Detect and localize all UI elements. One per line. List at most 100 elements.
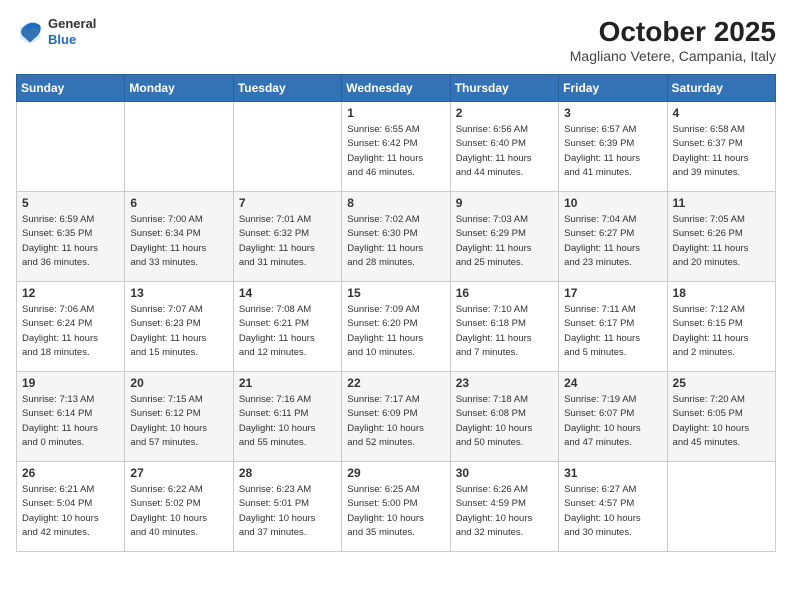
- day-number: 19: [22, 376, 119, 390]
- day-number: 9: [456, 196, 553, 210]
- week-row-1: 1 Sunrise: 6:55 AM Sunset: 6:42 PM Daylig…: [17, 102, 776, 192]
- day-info: Sunrise: 6:58 AM Sunset: 6:37 PM Dayligh…: [673, 123, 770, 180]
- day-info: Sunrise: 6:59 AM Sunset: 6:35 PM Dayligh…: [22, 213, 119, 270]
- logo-text: General Blue: [48, 16, 96, 47]
- day-info: Sunrise: 7:04 AM Sunset: 6:27 PM Dayligh…: [564, 213, 661, 270]
- day-info: Sunrise: 7:02 AM Sunset: 6:30 PM Dayligh…: [347, 213, 444, 270]
- day-info: Sunrise: 7:00 AM Sunset: 6:34 PM Dayligh…: [130, 213, 227, 270]
- day-info: Sunrise: 6:55 AM Sunset: 6:42 PM Dayligh…: [347, 123, 444, 180]
- weekday-header-row: SundayMondayTuesdayWednesdayThursdayFrid…: [17, 75, 776, 102]
- day-number: 7: [239, 196, 336, 210]
- calendar-cell: 4 Sunrise: 6:58 AM Sunset: 6:37 PM Daylig…: [667, 102, 775, 192]
- calendar-cell: 31 Sunrise: 6:27 AM Sunset: 4:57 PM Dayli…: [559, 462, 667, 552]
- day-number: 4: [673, 106, 770, 120]
- day-number: 20: [130, 376, 227, 390]
- day-number: 27: [130, 466, 227, 480]
- day-info: Sunrise: 6:21 AM Sunset: 5:04 PM Dayligh…: [22, 483, 119, 540]
- day-number: 11: [673, 196, 770, 210]
- day-info: Sunrise: 7:18 AM Sunset: 6:08 PM Dayligh…: [456, 393, 553, 450]
- weekday-header-saturday: Saturday: [667, 75, 775, 102]
- calendar-cell: 24 Sunrise: 7:19 AM Sunset: 6:07 PM Dayli…: [559, 372, 667, 462]
- calendar-cell: 22 Sunrise: 7:17 AM Sunset: 6:09 PM Dayli…: [342, 372, 450, 462]
- day-number: 24: [564, 376, 661, 390]
- location-subtitle: Magliano Vetere, Campania, Italy: [570, 48, 776, 64]
- day-number: 2: [456, 106, 553, 120]
- calendar-cell: 10 Sunrise: 7:04 AM Sunset: 6:27 PM Dayli…: [559, 192, 667, 282]
- day-info: Sunrise: 7:10 AM Sunset: 6:18 PM Dayligh…: [456, 303, 553, 360]
- calendar-cell: 19Sunrise: 7:13 AM Sunset: 6:14 PM Dayli…: [17, 372, 125, 462]
- day-info: Sunrise: 7:01 AM Sunset: 6:32 PM Dayligh…: [239, 213, 336, 270]
- calendar-cell: 30 Sunrise: 6:26 AM Sunset: 4:59 PM Dayli…: [450, 462, 558, 552]
- day-number: 21: [239, 376, 336, 390]
- day-info: Sunrise: 7:16 AM Sunset: 6:11 PM Dayligh…: [239, 393, 336, 450]
- weekday-header-friday: Friday: [559, 75, 667, 102]
- calendar-cell: 20 Sunrise: 7:15 AM Sunset: 6:12 PM Dayli…: [125, 372, 233, 462]
- day-number: 12: [22, 286, 119, 300]
- day-number: 29: [347, 466, 444, 480]
- day-number: 6: [130, 196, 227, 210]
- day-info: Sunrise: 7:05 AM Sunset: 6:26 PM Dayligh…: [673, 213, 770, 270]
- week-row-4: 19Sunrise: 7:13 AM Sunset: 6:14 PM Dayli…: [17, 372, 776, 462]
- calendar-cell: 2 Sunrise: 6:56 AM Sunset: 6:40 PM Daylig…: [450, 102, 558, 192]
- calendar-cell: 5Sunrise: 6:59 AM Sunset: 6:35 PM Daylig…: [17, 192, 125, 282]
- calendar-cell: [233, 102, 341, 192]
- day-number: 1: [347, 106, 444, 120]
- calendar-cell: 7 Sunrise: 7:01 AM Sunset: 6:32 PM Daylig…: [233, 192, 341, 282]
- calendar-cell: 6 Sunrise: 7:00 AM Sunset: 6:34 PM Daylig…: [125, 192, 233, 282]
- weekday-header-sunday: Sunday: [17, 75, 125, 102]
- day-info: Sunrise: 6:23 AM Sunset: 5:01 PM Dayligh…: [239, 483, 336, 540]
- calendar-cell: [17, 102, 125, 192]
- day-number: 15: [347, 286, 444, 300]
- weekday-header-wednesday: Wednesday: [342, 75, 450, 102]
- calendar-cell: 9 Sunrise: 7:03 AM Sunset: 6:29 PM Daylig…: [450, 192, 558, 282]
- day-info: Sunrise: 6:22 AM Sunset: 5:02 PM Dayligh…: [130, 483, 227, 540]
- day-number: 13: [130, 286, 227, 300]
- day-number: 30: [456, 466, 553, 480]
- week-row-5: 26Sunrise: 6:21 AM Sunset: 5:04 PM Dayli…: [17, 462, 776, 552]
- day-number: 8: [347, 196, 444, 210]
- calendar-cell: [125, 102, 233, 192]
- day-info: Sunrise: 7:15 AM Sunset: 6:12 PM Dayligh…: [130, 393, 227, 450]
- calendar-cell: 15 Sunrise: 7:09 AM Sunset: 6:20 PM Dayli…: [342, 282, 450, 372]
- day-number: 22: [347, 376, 444, 390]
- day-info: Sunrise: 7:09 AM Sunset: 6:20 PM Dayligh…: [347, 303, 444, 360]
- calendar-cell: 26Sunrise: 6:21 AM Sunset: 5:04 PM Dayli…: [17, 462, 125, 552]
- calendar-cell: 17 Sunrise: 7:11 AM Sunset: 6:17 PM Dayli…: [559, 282, 667, 372]
- day-number: 10: [564, 196, 661, 210]
- week-row-2: 5Sunrise: 6:59 AM Sunset: 6:35 PM Daylig…: [17, 192, 776, 282]
- day-number: 31: [564, 466, 661, 480]
- calendar-cell: 23 Sunrise: 7:18 AM Sunset: 6:08 PM Dayli…: [450, 372, 558, 462]
- day-info: Sunrise: 7:17 AM Sunset: 6:09 PM Dayligh…: [347, 393, 444, 450]
- calendar-cell: 18 Sunrise: 7:12 AM Sunset: 6:15 PM Dayli…: [667, 282, 775, 372]
- calendar-cell: 11 Sunrise: 7:05 AM Sunset: 6:26 PM Dayli…: [667, 192, 775, 282]
- calendar-cell: 8 Sunrise: 7:02 AM Sunset: 6:30 PM Daylig…: [342, 192, 450, 282]
- logo-icon: [16, 18, 44, 46]
- day-info: Sunrise: 7:08 AM Sunset: 6:21 PM Dayligh…: [239, 303, 336, 360]
- calendar-cell: 16Sunrise: 7:10 AM Sunset: 6:18 PM Dayli…: [450, 282, 558, 372]
- logo: General Blue: [16, 16, 96, 47]
- day-info: Sunrise: 7:12 AM Sunset: 6:15 PM Dayligh…: [673, 303, 770, 360]
- calendar-cell: 1 Sunrise: 6:55 AM Sunset: 6:42 PM Daylig…: [342, 102, 450, 192]
- calendar-cell: 25Sunrise: 7:20 AM Sunset: 6:05 PM Dayli…: [667, 372, 775, 462]
- day-info: Sunrise: 7:06 AM Sunset: 6:24 PM Dayligh…: [22, 303, 119, 360]
- day-number: 3: [564, 106, 661, 120]
- day-number: 18: [673, 286, 770, 300]
- day-number: 23: [456, 376, 553, 390]
- day-info: Sunrise: 6:25 AM Sunset: 5:00 PM Dayligh…: [347, 483, 444, 540]
- calendar-cell: 14 Sunrise: 7:08 AM Sunset: 6:21 PM Dayli…: [233, 282, 341, 372]
- day-info: Sunrise: 6:26 AM Sunset: 4:59 PM Dayligh…: [456, 483, 553, 540]
- day-info: Sunrise: 7:11 AM Sunset: 6:17 PM Dayligh…: [564, 303, 661, 360]
- day-info: Sunrise: 6:27 AM Sunset: 4:57 PM Dayligh…: [564, 483, 661, 540]
- day-info: Sunrise: 7:03 AM Sunset: 6:29 PM Dayligh…: [456, 213, 553, 270]
- calendar-cell: 13Sunrise: 7:07 AM Sunset: 6:23 PM Dayli…: [125, 282, 233, 372]
- weekday-header-monday: Monday: [125, 75, 233, 102]
- calendar-cell: 28Sunrise: 6:23 AM Sunset: 5:01 PM Dayli…: [233, 462, 341, 552]
- calendar-cell: 21 Sunrise: 7:16 AM Sunset: 6:11 PM Dayli…: [233, 372, 341, 462]
- calendar-cell: 3Sunrise: 6:57 AM Sunset: 6:39 PM Daylig…: [559, 102, 667, 192]
- day-number: 17: [564, 286, 661, 300]
- day-info: Sunrise: 6:56 AM Sunset: 6:40 PM Dayligh…: [456, 123, 553, 180]
- weekday-header-thursday: Thursday: [450, 75, 558, 102]
- page-header: General Blue October 2025 Magliano Veter…: [16, 16, 776, 64]
- day-info: Sunrise: 7:19 AM Sunset: 6:07 PM Dayligh…: [564, 393, 661, 450]
- day-number: 14: [239, 286, 336, 300]
